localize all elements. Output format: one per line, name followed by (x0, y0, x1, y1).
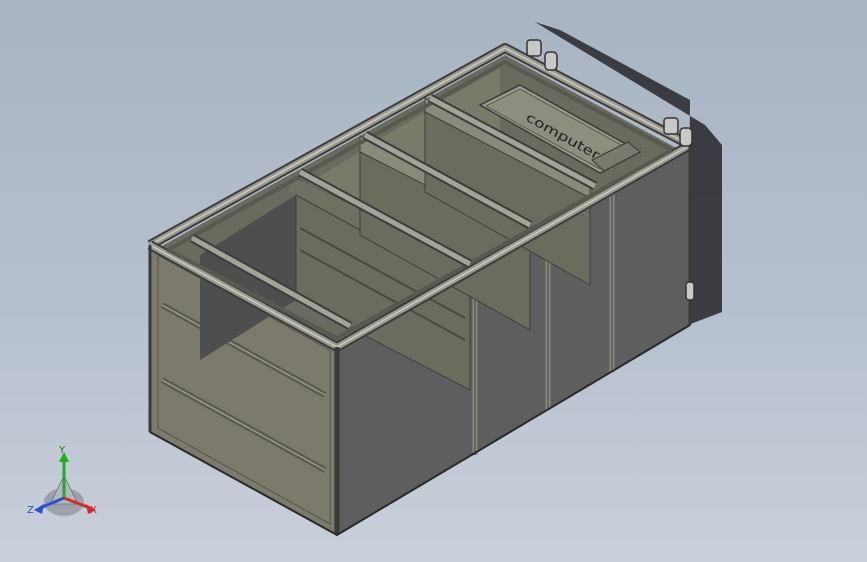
z-axis-label: Z (27, 505, 34, 516)
enclosure-model[interactable]: computer (0, 0, 867, 562)
y-axis-label: Y (59, 445, 66, 456)
axis-triad: Y X Z (26, 446, 106, 526)
x-axis-label: X (90, 505, 97, 516)
3d-viewport[interactable]: computer Y X Z (0, 0, 867, 562)
